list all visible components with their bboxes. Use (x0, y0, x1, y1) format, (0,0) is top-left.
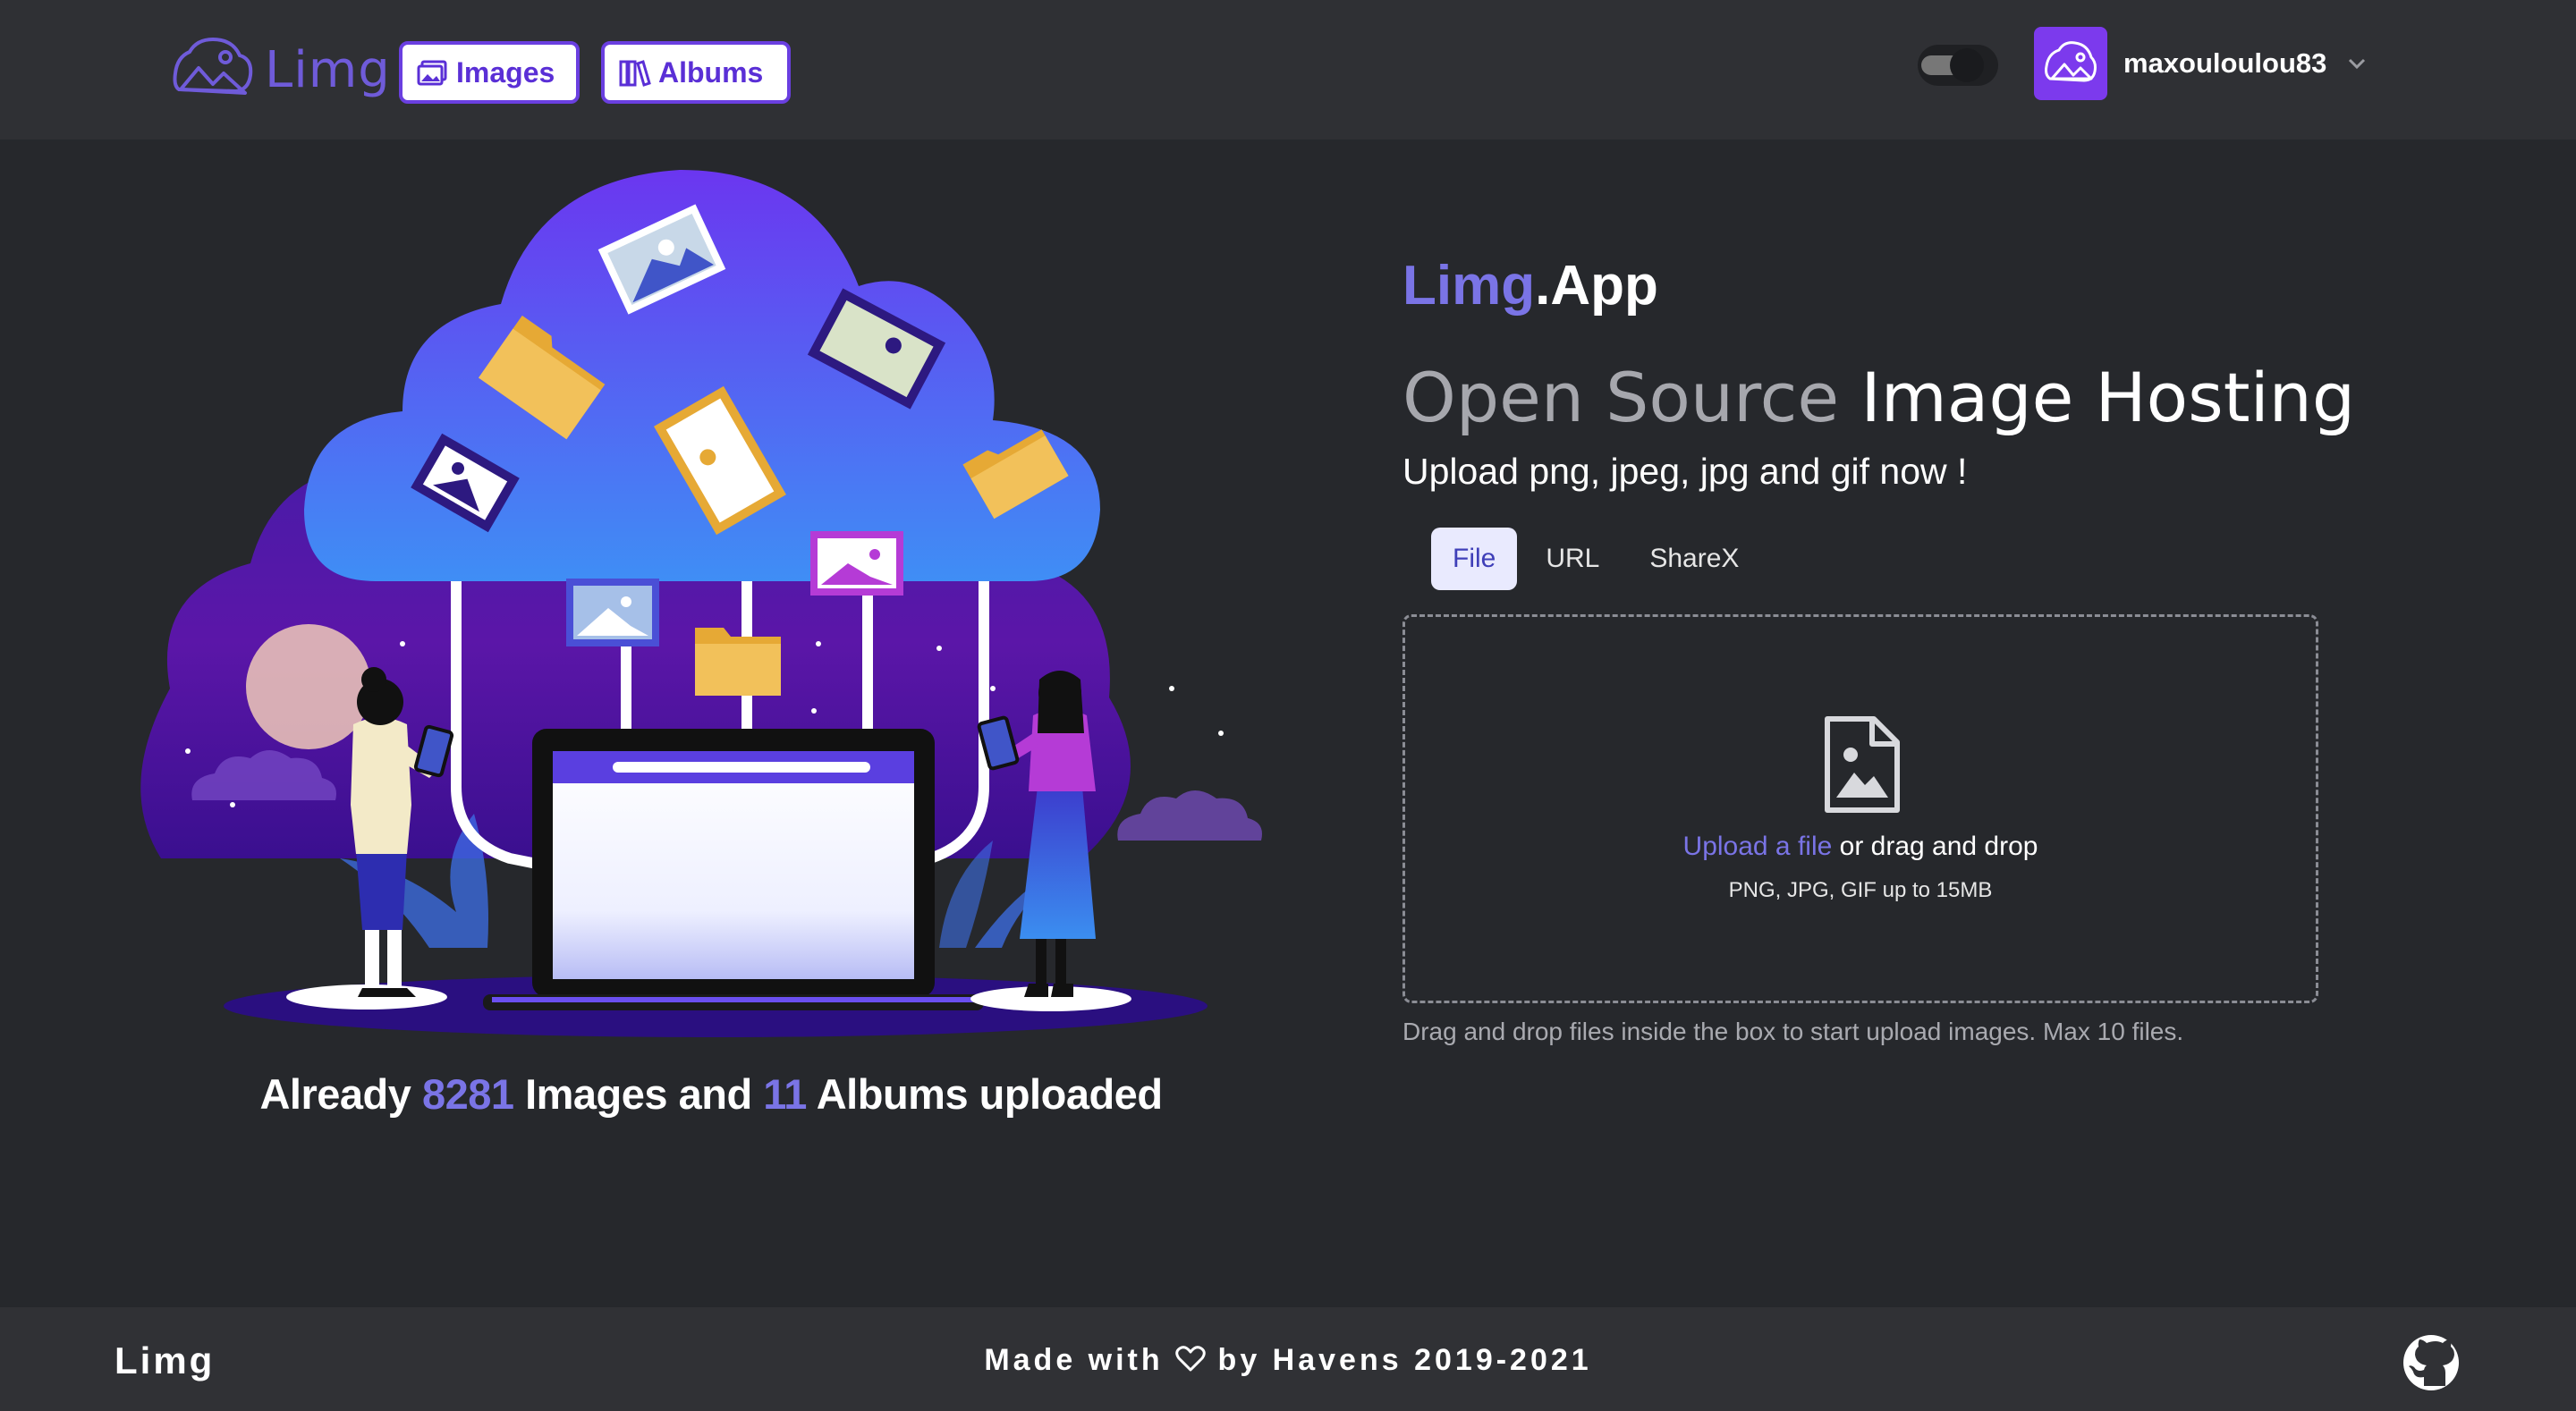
albums-icon (619, 60, 651, 87)
tab-url[interactable]: URL (1524, 528, 1621, 590)
tab-file[interactable]: File (1431, 528, 1518, 590)
hero-illustration (140, 170, 1262, 1037)
logo-text: Limg (265, 40, 391, 99)
footer: Limg Made with by Havens 2019-2021 (0, 1307, 2576, 1411)
toggle-knob (1950, 48, 1984, 82)
upload-dropzone[interactable]: Upload a file or drag and drop PNG, JPG,… (1402, 614, 2318, 1003)
stats-mid: Images and (513, 1070, 764, 1118)
theme-toggle[interactable] (1918, 45, 1998, 86)
stats-suffix: Albums uploaded (806, 1070, 1163, 1118)
avatar (2034, 27, 2107, 100)
logo[interactable]: Limg (170, 34, 391, 106)
images-icon (417, 60, 447, 86)
albums-button[interactable]: Albums (601, 41, 791, 104)
brand-title-part1: Limg (1402, 255, 1536, 317)
images-button-label: Images (456, 55, 555, 89)
footer-made-suffix: by Havens 2019-2021 (1206, 1343, 1592, 1377)
logo-icon (173, 37, 253, 95)
heart-icon (1175, 1346, 1206, 1372)
footer-credits: Made with by Havens 2019-2021 (0, 1343, 2576, 1378)
username: maxouloulou83 (2123, 47, 2327, 79)
stats-prefix: Already (259, 1070, 422, 1118)
upload-tabs: File URL ShareX (1431, 528, 1760, 590)
drag-drop-text: or drag and drop (1832, 832, 2038, 861)
tab-sharex[interactable]: ShareX (1628, 528, 1760, 590)
subheadline: Upload png, jpeg, jpg and gif now ! (1402, 451, 1968, 492)
user-menu[interactable]: maxouloulou83 (2034, 27, 2368, 100)
headline: Open Source Image Hosting (1402, 358, 2355, 437)
albums-count: 11 (763, 1070, 807, 1118)
images-button[interactable]: Images (399, 41, 580, 104)
brand-title-part2: .App (1535, 255, 1658, 317)
github-icon[interactable] (2402, 1334, 2460, 1391)
headline-bright: Image Hosting (1839, 358, 2356, 437)
navbar: Limg Images Albums maxouloulou83 (0, 0, 2576, 139)
dropzone-prompt: Upload a file or drag and drop (1405, 832, 2316, 862)
headline-muted: Open Source (1402, 358, 1840, 437)
upload-file-link[interactable]: Upload a file (1683, 832, 1833, 861)
avatar-icon (2045, 41, 2097, 82)
dropzone-formats: PNG, JPG, GIF up to 15MB (1728, 878, 1993, 902)
albums-button-label: Albums (658, 55, 764, 89)
brand-title: Limg.App (1402, 254, 1658, 317)
upload-stats: Already 8281 Images and 11 Albums upload… (0, 1069, 1422, 1119)
upload-hint: Drag and drop files inside the box to st… (1402, 1018, 2184, 1045)
file-image-icon (1825, 716, 1900, 813)
images-count: 8281 (421, 1070, 514, 1118)
footer-made-prefix: Made with (984, 1343, 1176, 1377)
chevron-down-icon (2349, 58, 2366, 70)
